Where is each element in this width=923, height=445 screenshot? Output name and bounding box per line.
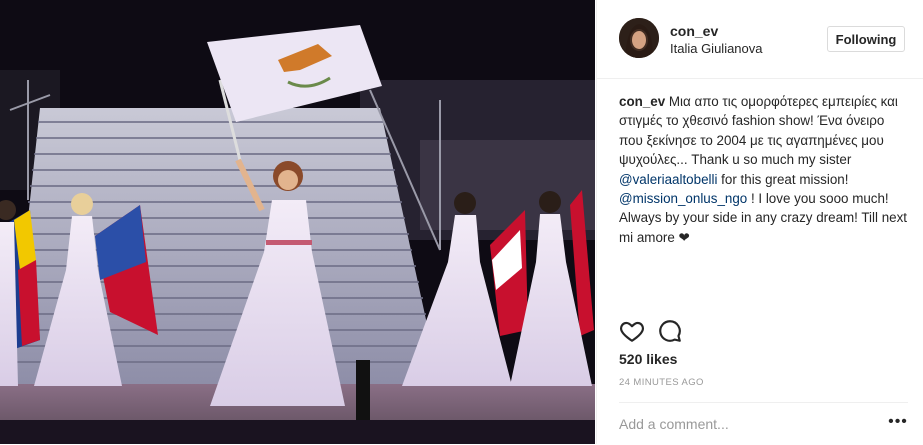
location[interactable]: Italia Giulianova (670, 41, 763, 56)
username[interactable]: con_ev (670, 23, 718, 39)
post-photo[interactable] (0, 0, 595, 444)
post-timestamp[interactable]: 24 MINUTES AGO (619, 377, 704, 388)
heart-icon[interactable] (619, 318, 645, 344)
avatar-image (619, 18, 659, 58)
likes-count[interactable]: 520 likes (619, 351, 677, 367)
comment-bar: ••• (619, 402, 908, 445)
comment-input[interactable] (619, 413, 879, 435)
post-caption: con_ev Μια απο τις ομορφότερες εμπειρίες… (619, 92, 911, 247)
caption-mention[interactable]: @valeriaaltobelli (619, 172, 717, 187)
speech-bubble-icon[interactable] (657, 318, 683, 344)
following-button[interactable]: Following (827, 26, 905, 52)
post-header: con_ev Italia Giulianova Following (597, 0, 923, 79)
post-side-panel: con_ev Italia Giulianova Following con_e… (596, 0, 923, 444)
ellipsis-icon[interactable]: ••• (887, 413, 909, 435)
avatar[interactable] (619, 18, 659, 58)
caption-mention[interactable]: @mission_onlus_ngo (619, 191, 747, 206)
caption-username[interactable]: con_ev (619, 94, 665, 109)
caption-text: for this great mission! (717, 171, 849, 187)
